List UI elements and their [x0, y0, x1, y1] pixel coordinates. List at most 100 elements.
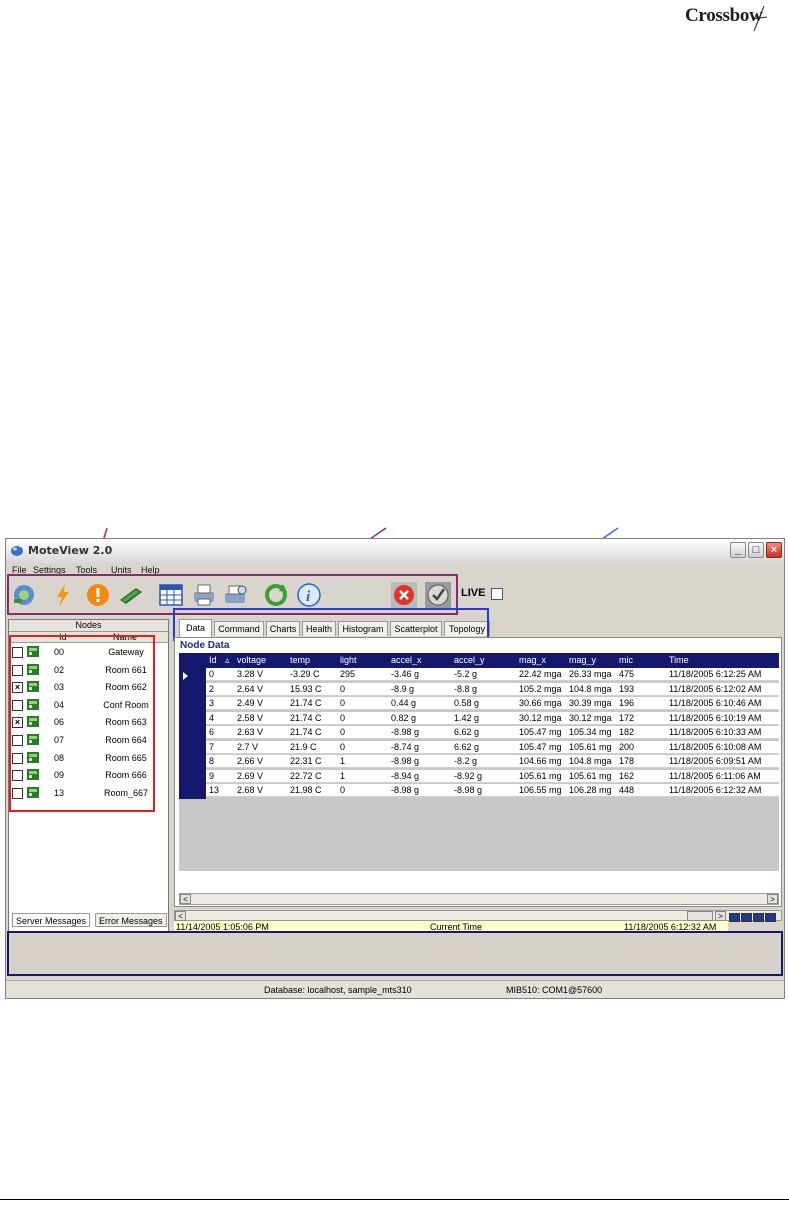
table-cell: 9: [209, 770, 215, 781]
grid-col-temp[interactable]: temp: [290, 655, 310, 665]
table-cell: 21.9 C: [290, 741, 317, 752]
table-cell: 0.44 g: [391, 698, 417, 708]
table-cell: 30.12 mga: [519, 712, 562, 723]
grid-col-light[interactable]: light: [340, 655, 357, 665]
table-cell: -8.92 g: [454, 770, 483, 781]
live-label: LIVE: [461, 587, 486, 599]
scroll-left-button[interactable]: <: [180, 894, 191, 904]
grid-col-voltage[interactable]: voltage: [237, 655, 266, 665]
tab-server-messages[interactable]: Server Messages: [12, 913, 91, 927]
table-cell: 11/18/2005 6:09:51 AM: [669, 756, 762, 766]
table-cell: 182: [619, 727, 635, 737]
table-row[interactable]: 3 2.49 V 21.74 C 0 0.44 g 0.58 g 30.66 mga 30.3…: [206, 697, 779, 710]
table-row[interactable]: 13 2.68 V 21.98 C 0 -8.98 g -8.98 g 106.55 mg 1…: [206, 784, 779, 797]
table-cell: 6: [209, 727, 215, 737]
table-row[interactable]: 6 2.63 V 21.74 C 0 -8.98 g 6.62 g 105.47 mg 105…: [206, 726, 779, 739]
table-cell: 30.12 mga: [569, 712, 612, 723]
grid-col-accel-y[interactable]: accel_y: [454, 655, 485, 665]
table-cell: 104.66 mg: [519, 756, 562, 766]
table-cell: 6.62 g: [454, 727, 480, 737]
table-cell: 1: [340, 770, 346, 781]
table-row[interactable]: 7 2.7 V 21.9 C 0 -8.74 g 6.62 g 105.47 mg 105.6…: [206, 740, 779, 754]
message-tabs: Server Messages Error Messages: [8, 913, 784, 927]
table-cell: 11/18/2005 6:10:08 AM: [669, 741, 762, 752]
table-cell: 3.28 V: [237, 669, 264, 679]
live-checkbox[interactable]: [491, 588, 503, 600]
window-title: MoteView 2.0: [28, 544, 113, 557]
table-row[interactable]: 9 2.69 V 22.72 C 1 -8.94 g -8.92 g 105.61 mg 10…: [206, 769, 779, 783]
table-cell: 13: [209, 785, 220, 795]
table-cell: 21.74 C: [290, 698, 322, 708]
minimize-button[interactable]: _: [730, 542, 746, 558]
table-row[interactable]: 0 3.28 V -3.29 C 295 -3.46 g -5.2 g 22.42 mga 2…: [206, 668, 779, 681]
table-cell: -8.98 g: [454, 785, 483, 795]
table-cell: 200: [619, 741, 635, 752]
table-cell: 106.55 mg: [519, 785, 562, 795]
sort-ascending-icon: ▵: [225, 655, 230, 665]
table-row[interactable]: 4 2.58 V 21.74 C 0 0.82 g 1.42 g 30.12 mga 30.1…: [206, 711, 779, 725]
table-cell: 11/18/2005 6:12:25 AM: [669, 669, 762, 679]
table-cell: 475: [619, 669, 635, 679]
status-port: MIB510: COM1@57600: [506, 985, 603, 995]
grid-col-accel-x[interactable]: accel_x: [391, 655, 422, 665]
table-cell: 1.42 g: [454, 712, 480, 723]
table-cell: -8.98 g: [391, 756, 420, 766]
table-cell: 1: [340, 756, 346, 766]
grid-col-mic[interactable]: mic: [619, 655, 633, 665]
table-cell: 104.8 mga: [569, 683, 612, 694]
node-data-title: Node Data: [180, 640, 230, 651]
table-cell: 295: [340, 669, 356, 679]
table-cell: 11/18/2005 6:10:46 AM: [669, 698, 762, 708]
table-row[interactable]: 8 2.66 V 22.31 C 1 -8.98 g -8.2 g 104.66 mg 104…: [206, 755, 779, 768]
table-cell: 105.2 mga: [519, 683, 562, 694]
table-cell: 2.63 V: [237, 727, 264, 737]
table-cell: 21.74 C: [290, 712, 322, 723]
table-cell: 11/18/2005 6:12:32 AM: [669, 785, 762, 795]
table-cell: 2.68 V: [237, 785, 264, 795]
table-cell: 30.66 mga: [519, 698, 562, 708]
grid-col-mag-y[interactable]: mag_y: [569, 655, 596, 665]
table-cell: 0: [340, 698, 346, 708]
table-cell: -5.2 g: [454, 669, 478, 679]
table-cell: -8.2 g: [454, 756, 478, 766]
node-data-grid: Id voltage temp light accel_x accel_y mag_x mag…: [179, 653, 779, 871]
table-cell: 0.82 g: [391, 712, 417, 723]
grid-horizontal-scrollbar[interactable]: < >: [179, 893, 779, 905]
table-cell: 11/18/2005 6:11:06 AM: [669, 770, 761, 781]
table-cell: 105.47 mg: [519, 741, 562, 752]
table-cell: 178: [619, 756, 635, 766]
table-cell: -8.9 g: [391, 683, 415, 694]
table-cell: 448: [619, 785, 635, 795]
table-cell: 0: [340, 741, 346, 752]
table-cell: 2.66 V: [237, 756, 264, 766]
table-row[interactable]: 2 2.64 V 15.93 C 0 -8.9 g -8.8 g 105.2 mga 104.…: [206, 682, 779, 696]
table-cell: 22.72 C: [290, 770, 322, 781]
table-cell: 0: [340, 727, 346, 737]
scroll-right-button[interactable]: >: [767, 894, 778, 904]
grid-col-time[interactable]: Time: [669, 655, 689, 665]
status-database: Database: localhost, sample_mts310: [264, 985, 412, 995]
tab-error-messages[interactable]: Error Messages: [95, 913, 167, 927]
table-cell: 21.74 C: [290, 727, 322, 737]
table-cell: 2.58 V: [237, 712, 264, 723]
table-cell: -3.46 g: [391, 669, 420, 679]
grid-col-mag-x[interactable]: mag_x: [519, 655, 546, 665]
moteview-app-icon: [11, 546, 23, 556]
table-cell: 2: [209, 683, 215, 694]
table-cell: -8.8 g: [454, 683, 478, 694]
table-cell: -3.29 C: [290, 669, 320, 679]
maximize-button[interactable]: □: [748, 542, 764, 558]
status-bar: Database: localhost, sample_mts310 MIB51…: [6, 980, 784, 998]
nodes-header: Nodes: [9, 620, 168, 632]
table-cell: 105.61 mg: [569, 770, 612, 781]
table-cell: 30.39 mga: [569, 698, 612, 708]
close-button[interactable]: ×: [766, 542, 782, 558]
table-cell: 196: [619, 698, 635, 708]
table-cell: 0.58 g: [454, 698, 480, 708]
table-cell: 11/18/2005 6:10:33 AM: [669, 727, 762, 737]
table-cell: 2.7 V: [237, 741, 259, 752]
table-cell: 104.8 mga: [569, 756, 612, 766]
grid-col-id[interactable]: Id: [209, 655, 217, 665]
table-cell: 172: [619, 712, 635, 723]
title-bar: MoteView 2.0 _ □ ×: [6, 539, 784, 563]
